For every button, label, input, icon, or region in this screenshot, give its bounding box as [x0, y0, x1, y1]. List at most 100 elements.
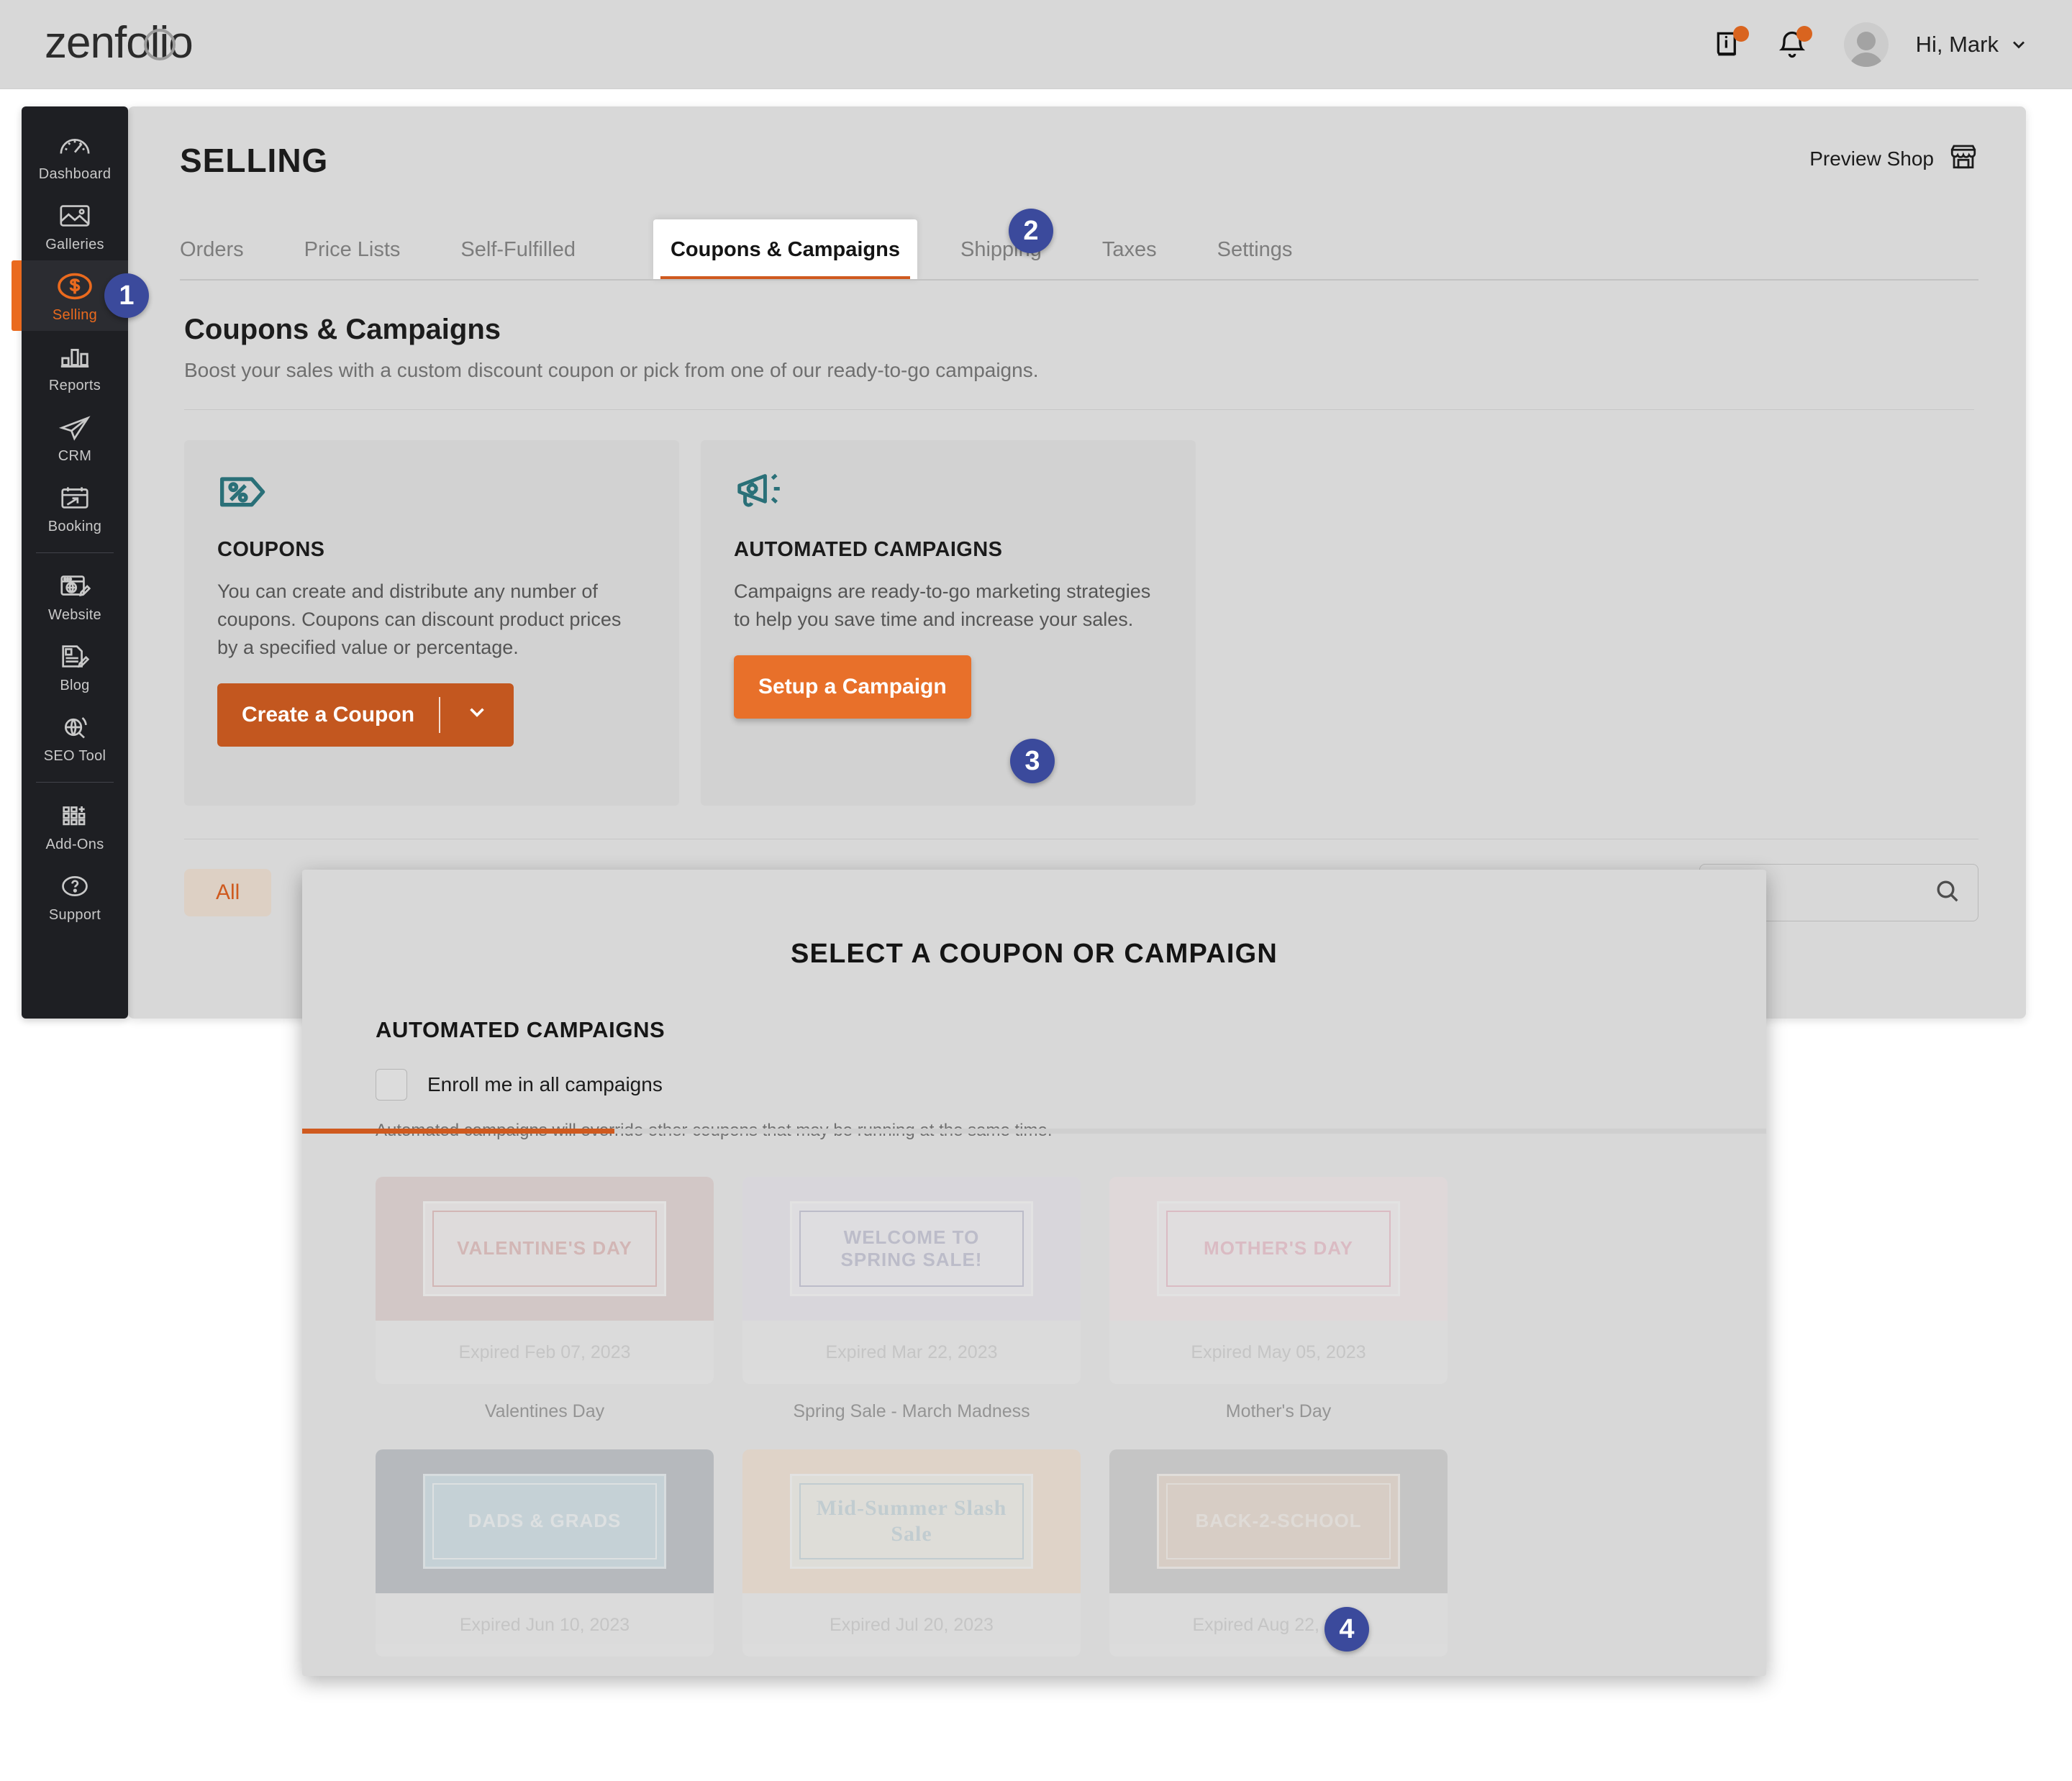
top-bar-actions: Hi, Mark: [1709, 22, 2029, 67]
campaign-art-text: Mid-Summer Slash Sale: [799, 1483, 1024, 1559]
sidebar-item-galleries[interactable]: Galleries: [22, 190, 128, 260]
campaign-status: Expired Feb 07, 2023: [458, 1342, 631, 1362]
chevron-down-icon: [2013, 41, 2025, 48]
sidebar: Dashboard Galleries Selling Reports CRM …: [12, 106, 128, 1019]
top-bar: zenfolio Hi, Mark: [0, 0, 2072, 89]
campaign-name: Spring Sale - March Madness: [793, 1401, 1030, 1421]
sidebar-item-label: Galleries: [45, 237, 104, 252]
step-marker-2: 2: [1009, 209, 1053, 253]
info-cards: COUPONS You can create and distribute an…: [128, 410, 2026, 806]
svg-text:zenfolio: zenfolio: [45, 19, 193, 68]
storefront-icon: [1948, 141, 1978, 176]
enroll-all-row[interactable]: Enroll me in all campaigns: [376, 1069, 1766, 1101]
sidebar-item-booking[interactable]: Booking: [22, 472, 128, 542]
notification-bell-icon[interactable]: [1772, 24, 1812, 65]
sidebar-item-label: Add-Ons: [45, 837, 104, 852]
sidebar-item-label: Support: [48, 907, 101, 923]
campaign-art: DADS & GRADS: [376, 1449, 714, 1593]
campaign-card-mothers-day[interactable]: MOTHER'S DAY Expired May 05, 2023 Mother…: [1109, 1177, 1448, 1422]
preview-shop-button[interactable]: Preview Shop: [1809, 141, 1978, 176]
create-coupon-label: Create a Coupon: [242, 703, 415, 727]
campaign-art: WELCOME TO SPRING SALE!: [742, 1177, 1081, 1321]
section-title: Coupons & Campaigns: [184, 314, 501, 345]
filter-chip-all[interactable]: All: [184, 869, 272, 916]
setup-campaign-label: Setup a Campaign: [758, 675, 947, 699]
campaign-grid: VALENTINE'S DAY Expired Feb 07, 2023 Val…: [376, 1177, 1766, 1676]
user-menu[interactable]: Hi, Mark: [1916, 32, 2029, 58]
megaphone-icon: [734, 472, 1163, 519]
document-pencil-icon: [58, 638, 91, 675]
grid-plus-icon: [58, 797, 91, 834]
sidebar-item-support[interactable]: Support: [22, 860, 128, 931]
dollar-circle-icon: [56, 268, 94, 305]
sidebar-divider: [36, 552, 114, 553]
campaigns-card-body: Campaigns are ready-to-go marketing stra…: [734, 580, 1151, 631]
paper-plane-icon: [58, 409, 91, 446]
campaign-art: BACK-2-SCHOOL: [1109, 1449, 1448, 1593]
avatar[interactable]: [1843, 22, 1889, 67]
automated-campaigns-card: AUTOMATED CAMPAIGNS Campaigns are ready-…: [701, 440, 1196, 806]
campaign-status: Expired Mar 22, 2023: [825, 1342, 998, 1362]
campaign-art-text: VALENTINE'S DAY: [432, 1211, 658, 1287]
sidebar-item-seo-tool[interactable]: SEO Tool: [22, 701, 128, 772]
tab-taxes[interactable]: Taxes: [1102, 238, 1157, 281]
image-icon: [58, 197, 91, 234]
setup-campaign-button[interactable]: Setup a Campaign: [734, 655, 971, 719]
tab-settings[interactable]: Settings: [1217, 238, 1293, 281]
tab-coupons-campaigns[interactable]: Coupons & Campaigns: [653, 219, 917, 281]
help-badge-dot: [1732, 25, 1749, 42]
preview-shop-label: Preview Shop: [1809, 147, 1934, 170]
sidebar-item-reports[interactable]: Reports: [22, 331, 128, 401]
step-marker-1: 1: [104, 273, 149, 318]
campaign-name: Back to school - Fall Sale: [1109, 1674, 1448, 1676]
sidebar-item-label: Reports: [48, 378, 101, 393]
tab-self-fulfilled[interactable]: Self-Fulfilled: [460, 238, 576, 281]
campaign-status: Expired May 05, 2023: [1191, 1342, 1366, 1362]
bar-chart-icon: [58, 338, 91, 375]
sidebar-item-label: CRM: [58, 448, 92, 464]
sidebar-item-crm[interactable]: CRM: [22, 401, 128, 472]
modal-section-title: AUTOMATED CAMPAIGNS: [376, 1017, 665, 1042]
sidebar-item-blog[interactable]: Blog: [22, 631, 128, 701]
sidebar-item-label: Website: [48, 607, 101, 623]
sidebar-item-label: SEO Tool: [43, 748, 106, 764]
tab-price-lists[interactable]: Price Lists: [304, 238, 401, 281]
page-title: SELLING: [180, 142, 329, 179]
notification-badge-dot: [1796, 25, 1812, 42]
campaign-name: Valentines Day: [484, 1401, 605, 1421]
sidebar-divider: [36, 782, 114, 783]
chevron-down-icon[interactable]: [465, 700, 489, 730]
browser-pencil-icon: [58, 568, 91, 605]
modal-body: AUTOMATED CAMPAIGNS Enroll me in all cam…: [302, 970, 1766, 1676]
coupons-card-body: You can create and distribute any number…: [217, 580, 622, 659]
tabs: Orders Price Lists Self-Fulfilled Coupon…: [128, 214, 2026, 281]
button-divider: [439, 697, 441, 734]
sidebar-item-label: Selling: [52, 307, 98, 323]
sidebar-item-dashboard[interactable]: Dashboard: [22, 119, 128, 190]
campaign-card-fathers-day-graduation[interactable]: DADS & GRADS Expired Jun 10, 2023 Father…: [376, 1449, 714, 1676]
campaign-card-back-to-school[interactable]: BACK-2-SCHOOL Expired Aug 22, 2023 Back …: [1109, 1449, 1448, 1676]
zenfolio-logo[interactable]: zenfolio: [45, 19, 260, 70]
campaign-name: Fathers Day / Graduation: [376, 1674, 714, 1676]
step-marker-4: 4: [1324, 1607, 1369, 1652]
campaign-art-text: DADS & GRADS: [432, 1483, 658, 1559]
campaign-art-text: BACK-2-SCHOOL: [1166, 1483, 1391, 1559]
campaign-card-spring-sale[interactable]: WELCOME TO SPRING SALE! Expired Mar 22, …: [742, 1177, 1081, 1422]
search-icon: [1933, 877, 1962, 909]
step-marker-3: 3: [1010, 739, 1055, 783]
campaign-name: Mother's Day: [1225, 1401, 1332, 1421]
modal-title: SELECT A COUPON OR CAMPAIGN: [790, 939, 1278, 969]
campaign-card-valentines-day[interactable]: VALENTINE'S DAY Expired Feb 07, 2023 Val…: [376, 1177, 714, 1422]
sidebar-item-add-ons[interactable]: Add-Ons: [22, 790, 128, 860]
globe-search-icon: [58, 709, 91, 746]
tab-orders[interactable]: Orders: [180, 238, 244, 281]
campaign-card-mid-summer-slash-sale[interactable]: Mid-Summer Slash Sale Expired Jul 20, 20…: [742, 1449, 1081, 1676]
create-coupon-button[interactable]: Create a Coupon: [217, 683, 514, 747]
tabs-underline: [180, 279, 1978, 281]
campaign-art: VALENTINE'S DAY: [376, 1177, 714, 1321]
help-book-icon[interactable]: [1709, 24, 1749, 65]
sidebar-item-website[interactable]: Website: [22, 560, 128, 631]
coupons-card-title: COUPONS: [217, 538, 325, 561]
coupons-card: COUPONS You can create and distribute an…: [184, 440, 679, 806]
enroll-all-checkbox[interactable]: [376, 1069, 407, 1101]
